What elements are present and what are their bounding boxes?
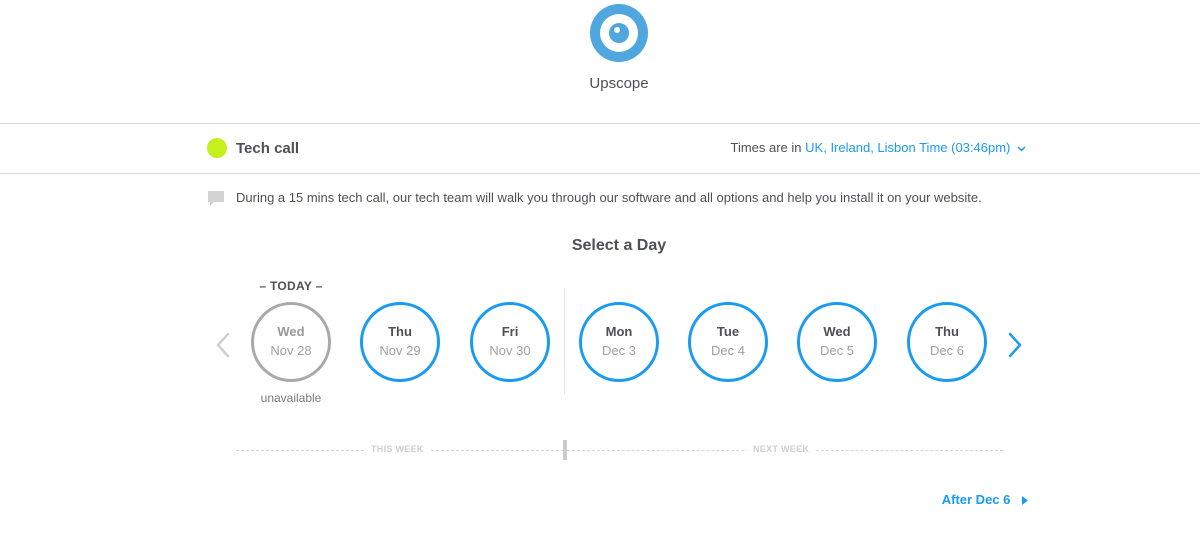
chevron-down-icon[interactable] <box>1017 146 1026 152</box>
select-day-title: Select a Day <box>571 237 667 254</box>
after-link-label[interactable]: After Dec 6 <box>942 492 1011 507</box>
company-name: Upscope <box>589 75 649 92</box>
day-date: Nov 29 <box>379 343 421 358</box>
chevron-left-icon[interactable] <box>213 330 235 360</box>
day-button-dec-6[interactable]: Thu Dec 6 <box>907 302 987 382</box>
day-button-nov-29[interactable]: Thu Nov 29 <box>360 302 440 382</box>
day-of-week: Thu <box>388 324 412 339</box>
day-of-week: Tue <box>716 324 740 339</box>
day-of-week: Mon <box>605 324 633 339</box>
speech-bubble-icon <box>208 191 224 206</box>
chevron-right-icon[interactable] <box>1003 330 1025 360</box>
day-button-dec-4[interactable]: Tue Dec 4 <box>688 302 768 382</box>
event-bar: Tech call Times are in UK, Ireland, Lisb… <box>0 124 1200 174</box>
day-button-nov-30[interactable]: Fri Nov 30 <box>470 302 550 382</box>
day-of-week: Wed <box>277 324 305 339</box>
day-of-week: Fri <box>501 324 519 339</box>
day-date: Dec 6 <box>930 343 964 358</box>
timezone-prefix: Times are in <box>730 140 802 155</box>
timezone-value[interactable]: UK, Ireland, Lisbon Time (03:46pm) <box>805 140 1010 155</box>
day-of-week: Thu <box>935 324 959 339</box>
this-week-label: THIS WEEK <box>365 444 430 454</box>
event-name: Tech call <box>236 140 300 157</box>
timezone-selector[interactable]: Times are in UK, Ireland, Lisbon Time (0… <box>730 140 1026 155</box>
caret-right-icon[interactable] <box>1022 496 1028 506</box>
event-color-dot <box>207 138 227 158</box>
day-date: Dec 4 <box>711 343 745 358</box>
week-divider <box>564 288 565 394</box>
day-date: Nov 30 <box>489 343 531 358</box>
day-button-nov-28: Wed Nov 28 <box>251 302 331 382</box>
eye-logo-icon <box>590 4 648 62</box>
today-label: – TODAY – <box>259 279 323 293</box>
day-button-dec-5[interactable]: Wed Dec 5 <box>797 302 877 382</box>
day-of-week: Wed <box>823 324 851 339</box>
header: Upscope <box>0 0 1200 124</box>
next-week-label: NEXT WEEK <box>747 444 816 454</box>
unavailable-note: unavailable <box>260 391 322 405</box>
day-button-dec-3[interactable]: Mon Dec 3 <box>579 302 659 382</box>
after-dec-6-link[interactable]: After Dec 6 <box>942 492 1028 507</box>
event-description: During a 15 mins tech call, our tech tea… <box>236 190 982 205</box>
scheduling-page: Upscope Tech call Times are in UK, Irela… <box>0 0 1200 560</box>
week-boundary-marker <box>563 440 567 460</box>
day-date: Nov 28 <box>270 343 312 358</box>
day-date: Dec 5 <box>820 343 854 358</box>
day-date: Dec 3 <box>602 343 636 358</box>
